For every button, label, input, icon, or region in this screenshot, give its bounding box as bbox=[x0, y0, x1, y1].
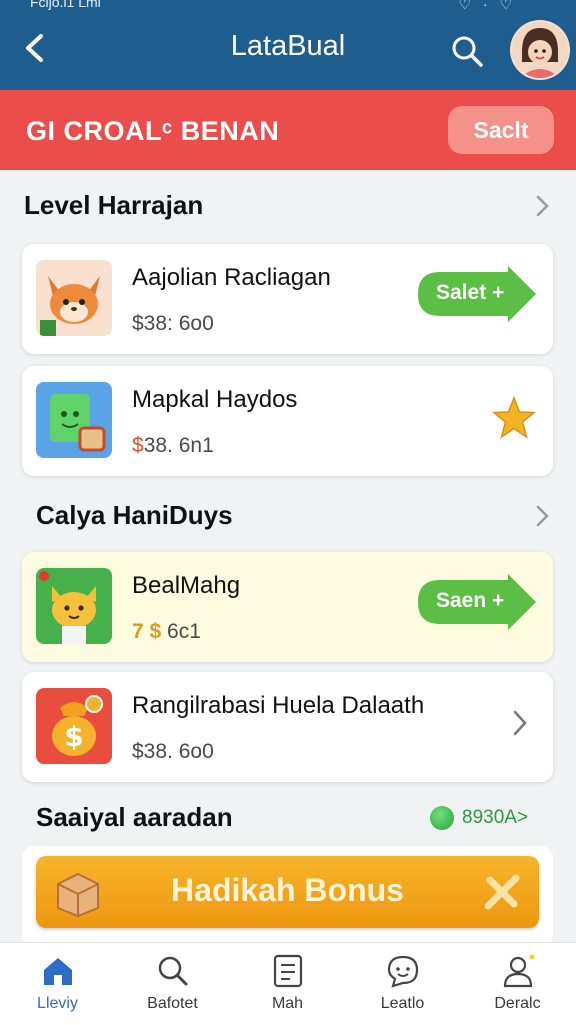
green-box-icon bbox=[36, 382, 112, 458]
home-icon bbox=[44, 958, 72, 985]
section-title-2: Calya HaniDuys bbox=[36, 500, 233, 530]
section-title-3: Saaiyal aaradan bbox=[36, 802, 233, 832]
banner-action-button[interactable]: Saclt bbox=[448, 106, 554, 154]
nav-item-home[interactable]: Lleviy bbox=[0, 943, 115, 1025]
item-price: 7 $ 6c1 bbox=[132, 620, 201, 643]
chevron-right-icon[interactable] bbox=[510, 708, 530, 738]
svg-text:$: $ bbox=[64, 720, 83, 753]
chat-icon bbox=[387, 955, 419, 988]
item-price: $38. 6n1 bbox=[132, 434, 214, 457]
nav-item-search[interactable]: Bafotet bbox=[115, 943, 230, 1025]
item-name: BealMahg bbox=[132, 572, 241, 599]
list-item-1[interactable]: Aajolian Racliagan $38: 6o0 Salet + bbox=[22, 244, 553, 354]
green-dot-icon bbox=[430, 806, 454, 830]
sale-button-label: Salet + bbox=[436, 281, 505, 304]
search-button[interactable] bbox=[448, 32, 486, 70]
nav-label: Leatlo bbox=[380, 995, 425, 1012]
search-icon bbox=[158, 956, 188, 986]
search-icon bbox=[452, 36, 483, 67]
avatar[interactable] bbox=[510, 20, 570, 80]
item-name: Mapkal Haydos bbox=[132, 386, 298, 413]
coin-bag-icon: $ bbox=[36, 688, 112, 764]
item-name: Rangilrabasi Huela Dalaath bbox=[132, 692, 425, 719]
nav-item-list[interactable]: Mah bbox=[230, 943, 345, 1025]
sale-button[interactable]: Salet + bbox=[416, 266, 538, 322]
page-title: LataBual bbox=[230, 30, 346, 62]
profile-icon bbox=[503, 954, 535, 988]
cat-icon bbox=[36, 568, 112, 644]
banner-title: GI CROALᶜ BENAN bbox=[26, 116, 280, 146]
save-button[interactable]: Saen + bbox=[416, 574, 538, 630]
special-count[interactable]: 8930A> bbox=[430, 804, 528, 832]
list-icon bbox=[273, 954, 303, 988]
nav-label: Mah bbox=[271, 995, 304, 1012]
save-button-label: Saen + bbox=[436, 589, 505, 612]
status-bar-left: Fcijo.i1 Lmi bbox=[30, 0, 101, 10]
nav-item-chat[interactable]: Leatlo bbox=[345, 943, 460, 1025]
bonus-label: Hadikah Bonus bbox=[171, 872, 404, 908]
chevron-right-icon[interactable] bbox=[532, 504, 552, 528]
avatar-icon bbox=[512, 22, 568, 78]
status-bar-right: ♡ · ♡ bbox=[458, 0, 516, 12]
nav-label: Bafotet bbox=[147, 995, 198, 1012]
list-item-3[interactable]: BealMahg 7 $ 6c1 Saen + bbox=[22, 552, 553, 662]
bonus-button[interactable]: Hadikah Bonus bbox=[36, 856, 539, 928]
item-price: $38. 6o0 bbox=[132, 740, 214, 763]
app-header: Fcijo.i1 Lmi ♡ · ♡ LataBual bbox=[0, 0, 576, 90]
item-name: Aajolian Racliagan bbox=[132, 264, 331, 291]
nav-label: Lleviy bbox=[37, 995, 78, 1012]
bottom-nav: Lleviy Bafotet Mah Leatlo Deralc bbox=[0, 942, 576, 1025]
chevron-right-icon[interactable] bbox=[532, 194, 552, 218]
fox-icon bbox=[36, 260, 112, 336]
nav-label: Deralc bbox=[494, 995, 541, 1012]
list-item-4[interactable]: $ Rangilrabasi Huela Dalaath $38. 6o0 bbox=[22, 672, 553, 782]
nav-item-profile[interactable]: Deralc bbox=[460, 943, 575, 1025]
star-icon[interactable] bbox=[492, 396, 536, 440]
list-item-2[interactable]: Mapkal Haydos $38. 6n1 bbox=[22, 366, 553, 476]
crossed-tools-icon bbox=[484, 874, 520, 910]
item-price: $38: 6o0 bbox=[132, 312, 214, 335]
special-count-label: 8930A> bbox=[462, 807, 529, 828]
section-title-1: Level Harrajan bbox=[24, 190, 204, 220]
